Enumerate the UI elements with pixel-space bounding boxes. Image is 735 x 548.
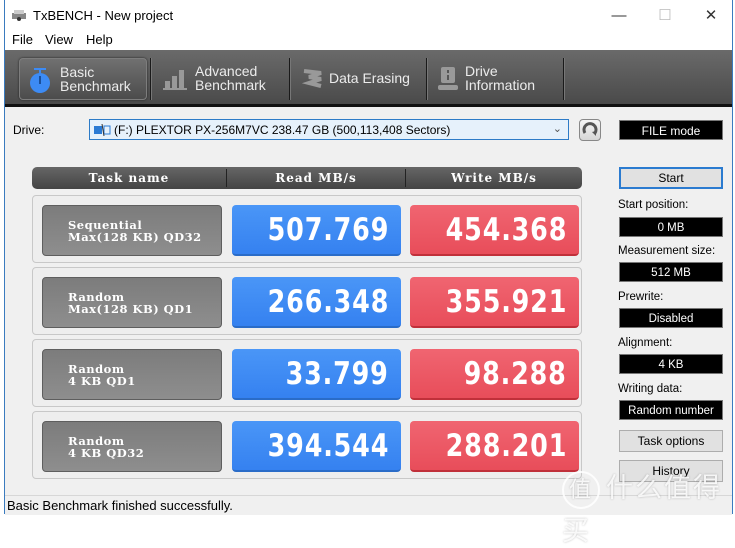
watermark: 值什么值得买 bbox=[562, 466, 735, 548]
maximize-icon: ☐ bbox=[658, 7, 672, 24]
bar-chart-icon bbox=[163, 70, 187, 90]
drive-icon bbox=[94, 124, 111, 136]
tab-divider bbox=[426, 58, 428, 100]
tab-divider bbox=[150, 58, 152, 100]
read-value-text: 266.348 bbox=[267, 284, 389, 320]
write-value-text: 288.201 bbox=[445, 428, 567, 464]
refresh-button[interactable] bbox=[579, 119, 601, 141]
maximize-button[interactable]: ☐ bbox=[642, 0, 688, 30]
tab-divider bbox=[563, 58, 565, 100]
task-name-line2: Max(128 KB) QD32 bbox=[68, 230, 202, 244]
read-value-text: 507.769 bbox=[267, 212, 389, 248]
write-value: 288.201 bbox=[410, 421, 579, 472]
task-button[interactable]: Random Max(128 KB) QD1 bbox=[42, 277, 222, 328]
tab-label: Drive Information bbox=[465, 63, 536, 93]
mode-toolbar: Basic Benchmark Advanced Benchmark Data … bbox=[5, 50, 732, 107]
start-position-value[interactable]: 0 MB bbox=[619, 217, 723, 237]
start-button[interactable]: Start bbox=[619, 167, 723, 189]
alignment-label: Alignment: bbox=[618, 337, 673, 349]
task-options-button[interactable]: Task options bbox=[619, 430, 723, 452]
alignment-value[interactable]: 4 KB bbox=[619, 354, 723, 374]
read-value: 266.348 bbox=[232, 277, 401, 328]
drive-value: (F:) PLEXTOR PX-256M7VC 238.47 GB (500,1… bbox=[114, 123, 451, 137]
prewrite-value[interactable]: Disabled bbox=[619, 308, 723, 328]
drive-label: Drive: bbox=[13, 123, 45, 137]
result-row-rnd-4k-q32: Random 4 KB QD32 394.544 288.201 bbox=[32, 411, 582, 479]
tab-label: Basic Benchmark bbox=[60, 64, 131, 94]
status-message: Basic Benchmark finished successfully. bbox=[7, 498, 233, 513]
prewrite-label: Prewrite: bbox=[618, 291, 664, 303]
refresh-icon bbox=[582, 122, 598, 136]
eraser-icon bbox=[301, 69, 322, 88]
task-button[interactable]: Sequential Max(128 KB) QD32 bbox=[42, 205, 222, 256]
measurement-size-value[interactable]: 512 MB bbox=[619, 262, 723, 282]
chevron-down-icon: ⌄ bbox=[552, 123, 562, 135]
menu-bar: File View Help bbox=[5, 30, 732, 50]
read-value: 33.799 bbox=[232, 349, 401, 400]
title-bar: TxBENCH - New project — ☐ ✕ bbox=[5, 0, 732, 30]
window-title: TxBENCH - New project bbox=[33, 8, 174, 23]
menu-help[interactable]: Help bbox=[86, 32, 113, 47]
tab-label: Data Erasing bbox=[329, 70, 410, 86]
tab-drive-information[interactable]: Drive Information bbox=[429, 58, 559, 98]
read-value: 507.769 bbox=[232, 205, 401, 256]
tab-advanced-benchmark[interactable]: Advanced Benchmark bbox=[155, 58, 285, 98]
write-value-text: 454.368 bbox=[445, 212, 567, 248]
tab-basic-benchmark[interactable]: Basic Benchmark bbox=[19, 58, 147, 100]
read-value-text: 394.544 bbox=[267, 428, 389, 464]
menu-view[interactable]: View bbox=[45, 32, 73, 47]
result-row-seq-q32: Sequential Max(128 KB) QD32 507.769 454.… bbox=[32, 195, 582, 263]
header-read: Read MB/s bbox=[275, 171, 357, 185]
app-icon bbox=[12, 10, 26, 21]
stopwatch-icon bbox=[30, 68, 50, 93]
start-position-label: Start position: bbox=[618, 199, 689, 211]
read-value-text: 33.799 bbox=[285, 356, 389, 392]
task-name-line2: Max(128 KB) QD1 bbox=[68, 302, 194, 316]
read-value: 394.544 bbox=[232, 421, 401, 472]
menu-file[interactable]: File bbox=[12, 32, 33, 47]
write-value: 454.368 bbox=[410, 205, 579, 256]
header-task-name: Task name bbox=[88, 171, 170, 185]
header-write: Write MB/s bbox=[451, 171, 537, 185]
close-icon: ✕ bbox=[704, 7, 718, 24]
tab-divider bbox=[289, 58, 291, 100]
measurement-size-label: Measurement size: bbox=[618, 245, 716, 257]
drive-info-icon bbox=[438, 67, 458, 90]
tab-data-erasing[interactable]: Data Erasing bbox=[293, 58, 423, 98]
task-button[interactable]: Random 4 KB QD1 bbox=[42, 349, 222, 400]
writing-data-value[interactable]: Random number bbox=[619, 400, 723, 420]
write-value-text: 355.921 bbox=[445, 284, 567, 320]
watermark-badge: 值 bbox=[562, 470, 600, 509]
drive-select[interactable]: (F:) PLEXTOR PX-256M7VC 238.47 GB (500,1… bbox=[89, 119, 569, 140]
tab-label: Advanced Benchmark bbox=[195, 63, 266, 93]
result-row-rnd-4k-q1: Random 4 KB QD1 33.799 98.288 bbox=[32, 339, 582, 407]
results-header: Task name Read MB/s Write MB/s bbox=[32, 167, 582, 189]
writing-data-label: Writing data: bbox=[618, 383, 683, 395]
close-button[interactable]: ✕ bbox=[688, 0, 734, 30]
minimize-icon: — bbox=[611, 6, 627, 24]
write-value-text: 98.288 bbox=[463, 356, 567, 392]
write-value: 98.288 bbox=[410, 349, 579, 400]
task-button[interactable]: Random 4 KB QD32 bbox=[42, 421, 222, 472]
minimize-button[interactable]: — bbox=[596, 0, 642, 30]
task-name-line2: 4 KB QD1 bbox=[68, 374, 136, 388]
write-value: 355.921 bbox=[410, 277, 579, 328]
task-name-line2: 4 KB QD32 bbox=[68, 446, 145, 460]
app-window: TxBENCH - New project — ☐ ✕ File View He… bbox=[4, 0, 733, 515]
file-mode-indicator: FILE mode bbox=[619, 120, 723, 140]
result-row-rnd-max-q1: Random Max(128 KB) QD1 266.348 355.921 bbox=[32, 267, 582, 335]
